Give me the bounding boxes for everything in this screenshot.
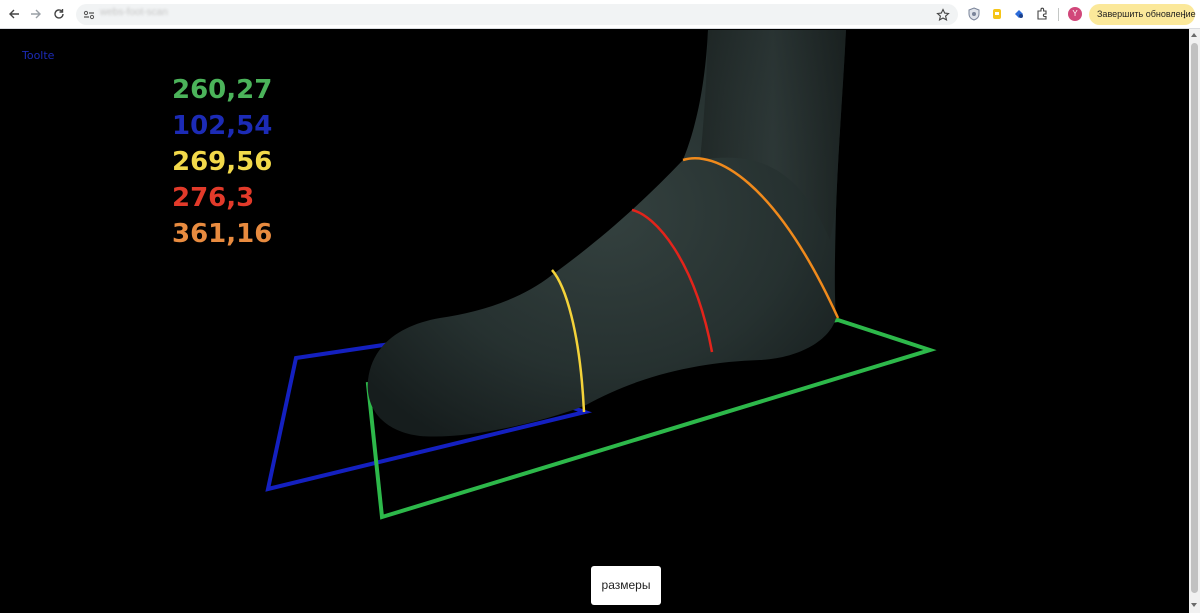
- puzzle-extensions-icon[interactable]: [1034, 6, 1050, 22]
- forward-icon[interactable]: [27, 5, 45, 23]
- scrollbar-thumb[interactable]: [1191, 43, 1198, 593]
- scroll-down-icon[interactable]: [1191, 603, 1197, 607]
- foot-3d-viewport[interactable]: Toolte 260,27 102,54 269,56 276,3 361,16: [0, 29, 1189, 613]
- back-icon[interactable]: [5, 5, 23, 23]
- update-button[interactable]: Завершить обновление ⋮: [1089, 4, 1196, 25]
- blue-extension-icon[interactable]: [1011, 6, 1027, 22]
- measurement-ball-girth: 269,56: [172, 147, 273, 177]
- measurement-length: 260,27: [172, 75, 273, 105]
- more-icon[interactable]: ⋮: [1180, 4, 1189, 25]
- measurement-instep-girth: 276,3: [172, 183, 255, 213]
- page-scrollbar[interactable]: [1189, 29, 1200, 613]
- measurement-width: 102,54: [172, 111, 273, 141]
- profile-avatar[interactable]: Y: [1068, 7, 1082, 21]
- corner-label: Toolte: [22, 49, 55, 62]
- scroll-up-icon[interactable]: [1191, 33, 1197, 37]
- toolbar-divider: [1058, 8, 1059, 21]
- browser-toolbar: webs-foot-scan Y Завершить обновление ⋮: [0, 0, 1200, 29]
- url-text: webs-foot-scan: [100, 7, 168, 18]
- yellow-extension-icon[interactable]: [989, 6, 1005, 22]
- address-bar[interactable]: webs-foot-scan: [76, 4, 958, 25]
- measurements-list: 260,27 102,54 269,56 276,3 361,16: [172, 72, 272, 252]
- reload-icon[interactable]: [50, 5, 68, 23]
- sizes-button[interactable]: размеры: [591, 566, 661, 605]
- site-info-icon[interactable]: [82, 7, 96, 21]
- measurement-heel-girth: 361,16: [172, 219, 273, 249]
- shield-extension-icon[interactable]: [966, 6, 982, 22]
- bookmark-star-icon[interactable]: [936, 7, 950, 21]
